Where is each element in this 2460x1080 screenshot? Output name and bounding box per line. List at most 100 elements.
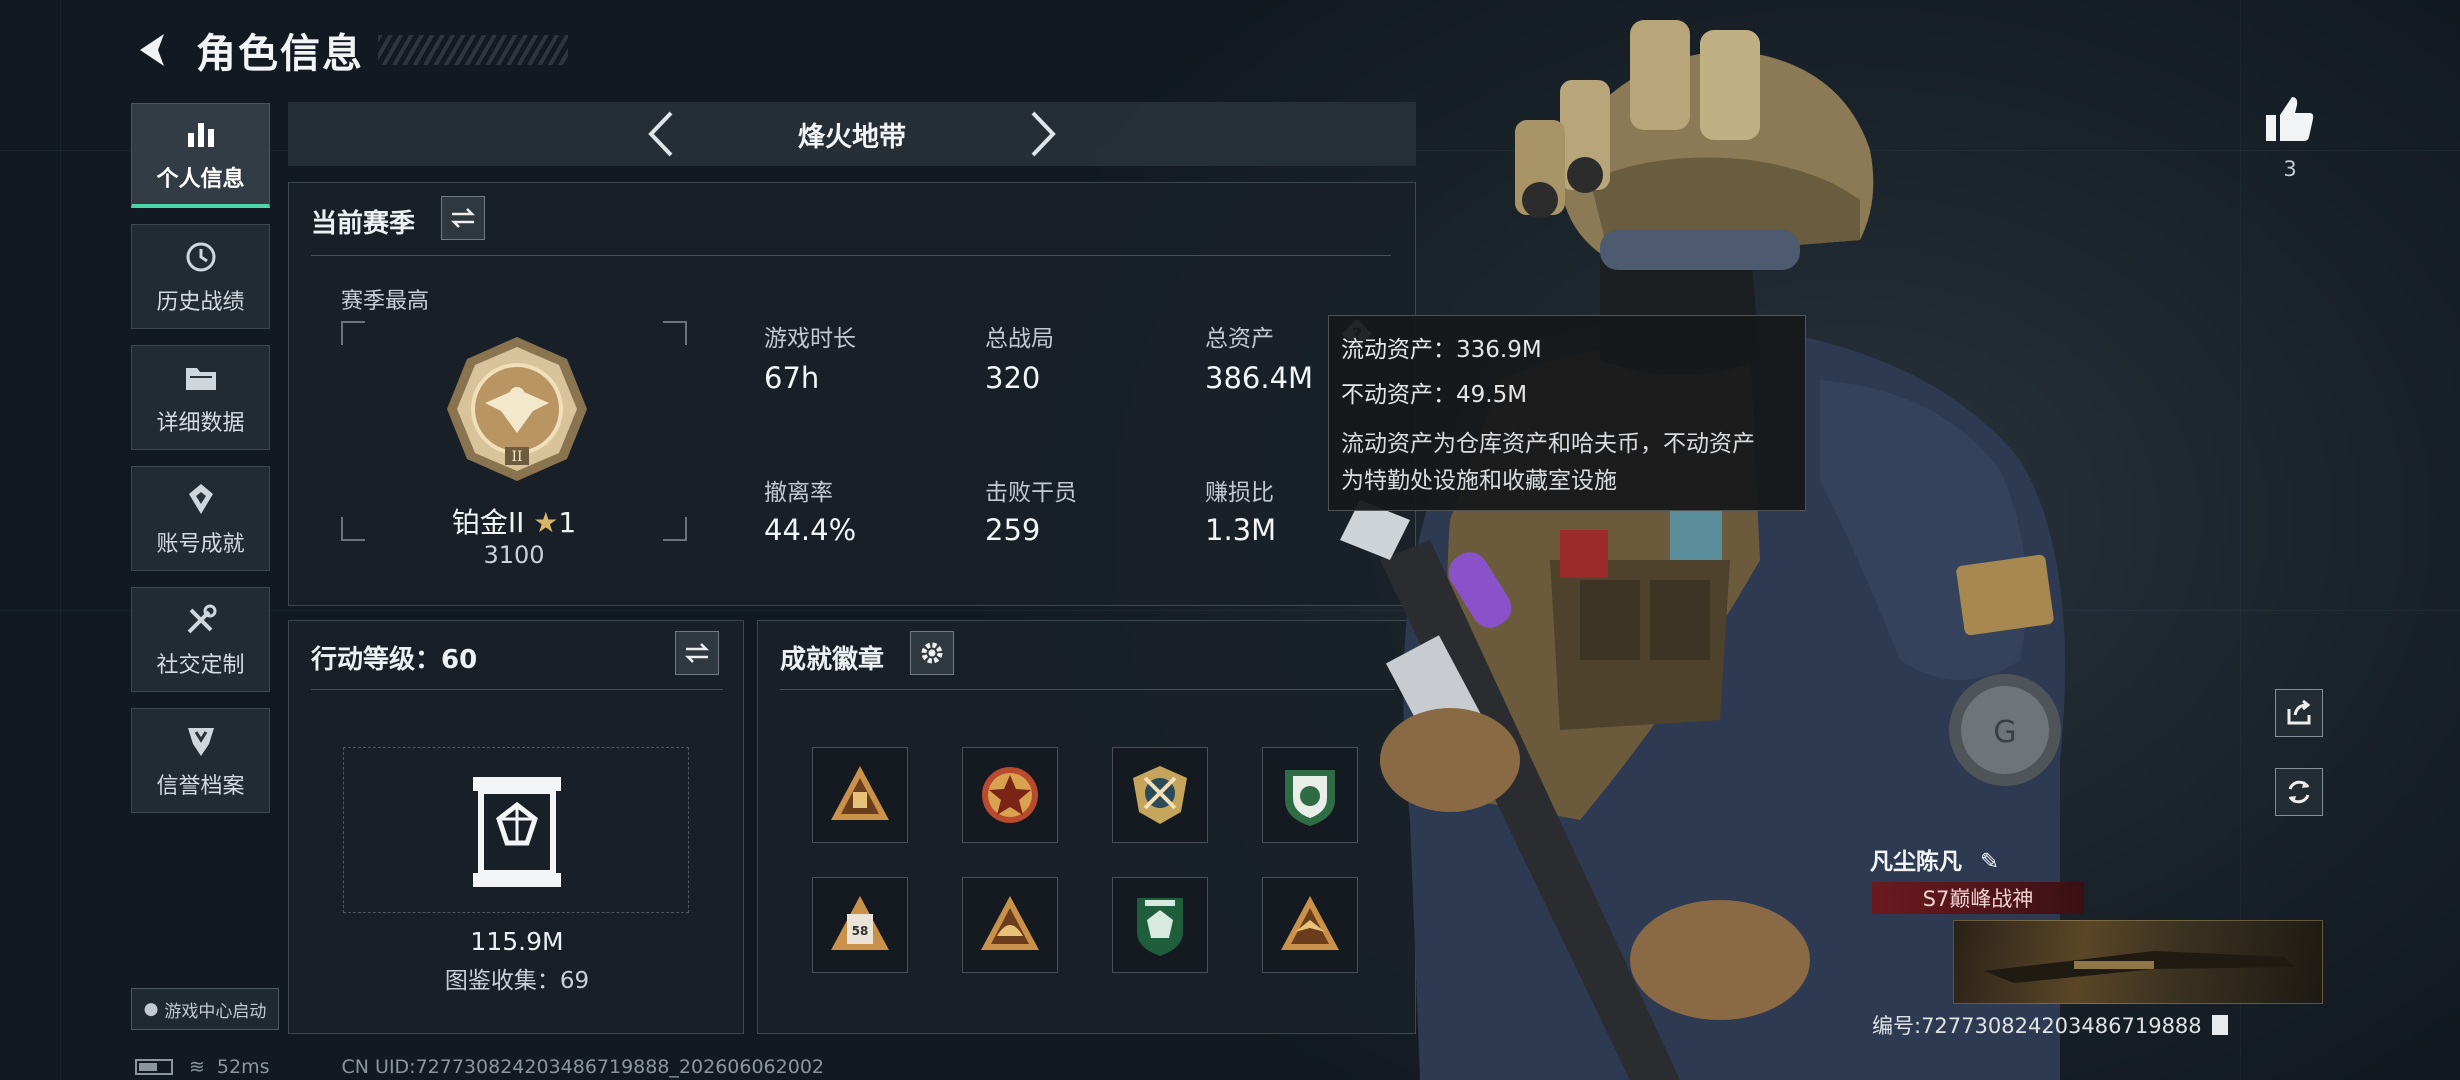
emerald-shield-badge-icon bbox=[1137, 898, 1183, 956]
season-best-label: 赛季最高 bbox=[341, 289, 430, 314]
like-count: 3 bbox=[2283, 157, 2297, 181]
season-title: 当前赛季 bbox=[311, 209, 416, 239]
action-level-panel: 行动等级：60 115.9M 图鉴收集：69 bbox=[288, 620, 744, 1034]
nav-item-detail-data[interactable]: 详细数据 bbox=[131, 345, 270, 450]
nav-item-reputation[interactable]: 信誉档案 bbox=[131, 708, 270, 813]
nav-item-label: 历史战绩 bbox=[156, 289, 245, 315]
copy-icon[interactable] bbox=[2211, 1015, 2228, 1035]
badges-settings-button[interactable] bbox=[910, 631, 954, 675]
helmet-badge-icon bbox=[981, 896, 1039, 950]
nav-item-label: 社交定制 bbox=[156, 652, 245, 678]
bar-chart-icon bbox=[187, 123, 214, 147]
stat-value-extraction-rate: 44.4% bbox=[764, 513, 857, 547]
page-title: 角色信息 bbox=[196, 31, 364, 77]
collection-count: 图鉴收集：69 bbox=[444, 968, 590, 994]
history-icon bbox=[186, 242, 215, 271]
page-header: 角色信息 bbox=[130, 22, 568, 78]
back-arrow-icon[interactable] bbox=[130, 26, 178, 74]
svg-text:58: 58 bbox=[852, 924, 869, 938]
collection-value: 115.9M bbox=[470, 927, 564, 956]
grid-line bbox=[60, 0, 61, 1080]
player-banner-image bbox=[1953, 920, 2323, 1004]
share-button[interactable] bbox=[2275, 689, 2323, 737]
swap-icon bbox=[684, 643, 710, 663]
chevron-right-icon bbox=[1031, 111, 1056, 157]
refresh-icon bbox=[2288, 780, 2310, 804]
battery-icon bbox=[135, 1059, 173, 1075]
nav-item-history[interactable]: 历史战绩 bbox=[131, 224, 270, 329]
game-center-label: 游戏中心启动 bbox=[164, 1001, 267, 1022]
crossed-rifles-badge-icon bbox=[1133, 766, 1187, 824]
ping-text: 52ms bbox=[216, 1056, 270, 1078]
next-mode-button[interactable] bbox=[1026, 106, 1062, 162]
like-button[interactable]: 3 bbox=[2255, 95, 2325, 181]
tooltip-desc-line: 为特勤处设施和收藏室设施 bbox=[1341, 468, 1617, 494]
collection-display-case-icon bbox=[473, 777, 561, 887]
status-bar: ≋ 52ms CN UID:727730824203486719888_2026… bbox=[135, 1054, 824, 1080]
tools-icon bbox=[187, 604, 216, 633]
stat-value-assets: 386.4M bbox=[1205, 361, 1314, 395]
svg-text:G: G bbox=[1993, 715, 2016, 750]
assets-tooltip: 流动资产：336.9M 不动资产：49.5M 流动资产为仓库资产和哈夫币，不动资… bbox=[1328, 315, 1806, 511]
badge-item[interactable] bbox=[1112, 747, 1208, 843]
rank-name: 铂金II bbox=[451, 506, 525, 539]
badge-item[interactable] bbox=[1112, 877, 1208, 973]
rank-line: 铂金II ★1 bbox=[341, 501, 687, 541]
player-title-tag[interactable]: S7巅峰战神 bbox=[1872, 882, 2084, 914]
weapon-banner-art-icon bbox=[1984, 951, 2294, 983]
rank-stars: 1 bbox=[558, 506, 577, 539]
tooltip-desc-line: 流动资产为仓库资产和哈夫币，不动资产 bbox=[1341, 431, 1755, 457]
operator-character-image: G bbox=[1340, 20, 2065, 1080]
stat-value-profit-ratio: 1.3M bbox=[1205, 513, 1277, 547]
platinum-rank-emblem-icon: II bbox=[447, 337, 587, 481]
stat-label-matches: 总战局 bbox=[985, 326, 1054, 352]
game-center-button[interactable]: ● 游戏中心启动 bbox=[131, 988, 279, 1030]
nav-item-label: 详细数据 bbox=[156, 410, 245, 436]
achievement-icon bbox=[188, 483, 213, 514]
rank-score: 3100 bbox=[483, 541, 545, 569]
stat-label-playtime: 游戏时长 bbox=[764, 326, 856, 352]
star-medal-badge-icon bbox=[982, 767, 1038, 823]
chevron-left-icon bbox=[648, 111, 673, 157]
nav-item-social[interactable]: 社交定制 bbox=[131, 587, 270, 692]
swap-icon bbox=[450, 208, 476, 228]
ammo-crate-badge-icon: 58 bbox=[831, 896, 889, 950]
refresh-button[interactable] bbox=[2275, 768, 2323, 816]
nav-item-label: 信誉档案 bbox=[156, 773, 245, 799]
nav-item-achievements[interactable]: 账号成就 bbox=[131, 466, 270, 571]
action-level-switch-button[interactable] bbox=[675, 631, 719, 675]
svg-text:II: II bbox=[511, 449, 522, 465]
prev-mode-button[interactable] bbox=[642, 106, 678, 162]
badge-item[interactable] bbox=[962, 877, 1058, 973]
stat-label-kills: 击败干员 bbox=[985, 480, 1077, 506]
title-decoration bbox=[378, 35, 568, 65]
stat-value-playtime: 67h bbox=[764, 361, 820, 395]
player-name: 凡尘陈凡 ✎ bbox=[1870, 842, 1999, 876]
thumbs-up-icon bbox=[2266, 97, 2314, 141]
nav-item-personal-info[interactable]: 个人信息 bbox=[131, 103, 270, 208]
stat-value-kills: 259 bbox=[985, 513, 1041, 547]
badge-item[interactable] bbox=[812, 747, 908, 843]
uid-text: CN UID:727730824203486719888_20260606200… bbox=[341, 1056, 824, 1078]
shield-icon bbox=[187, 727, 214, 756]
side-nav: 个人信息 历史战绩 详细数据 账号成就 社交定制 信誉档案 bbox=[131, 103, 270, 829]
edit-pencil-icon[interactable]: ✎ bbox=[1980, 849, 1999, 875]
season-switch-button[interactable] bbox=[441, 196, 485, 240]
tooltip-liquid-assets: 流动资产：336.9M bbox=[1341, 337, 1542, 363]
star-icon: ★ bbox=[533, 506, 559, 539]
season-panel: 当前赛季 赛季最高 II 铂金II ★1 3100 游戏时长 67h 总战局 3… bbox=[288, 182, 1416, 606]
player-id-line: 编号:727730824203486719888 bbox=[1872, 1010, 2228, 1040]
nav-item-label: 个人信息 bbox=[156, 167, 245, 192]
mode-selector: 烽火地带 bbox=[288, 102, 1416, 166]
divider bbox=[311, 255, 1391, 256]
divider bbox=[311, 689, 723, 690]
share-icon bbox=[2287, 699, 2311, 725]
triangle-badge-icon bbox=[831, 766, 889, 820]
folder-icon bbox=[185, 367, 216, 390]
player-name-text: 凡尘陈凡 bbox=[1870, 849, 1962, 875]
stat-label-assets: 总资产 bbox=[1205, 326, 1274, 352]
action-level-title: 行动等级：60 bbox=[311, 645, 478, 675]
badge-item[interactable] bbox=[962, 747, 1058, 843]
mode-name: 烽火地带 bbox=[798, 121, 906, 153]
badge-item[interactable]: 58 bbox=[812, 877, 908, 973]
